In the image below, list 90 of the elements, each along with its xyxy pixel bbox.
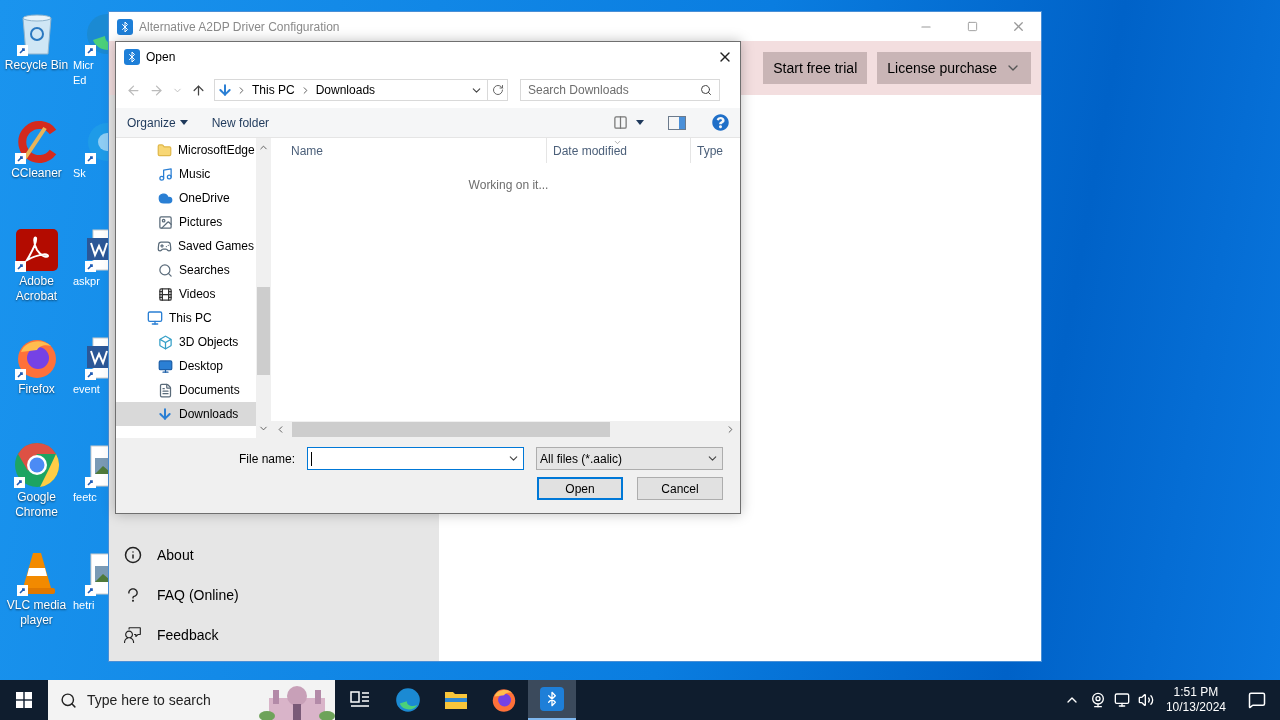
help-icon[interactable] xyxy=(712,114,729,131)
caret-icon xyxy=(179,120,188,125)
picture-icon xyxy=(157,214,173,230)
shortcut-arrow-icon xyxy=(14,261,26,272)
search-icon xyxy=(157,262,173,278)
trial-button[interactable]: Start free trial xyxy=(763,52,868,84)
tree-item[interactable]: MicrosoftEdge xyxy=(116,138,256,162)
shortcut-arrow-icon xyxy=(14,153,26,164)
film-icon xyxy=(157,286,173,302)
folder-icon xyxy=(157,142,172,158)
shortcut-arrow-icon xyxy=(85,585,96,596)
shortcut-arrow-icon xyxy=(85,261,96,272)
search-icon xyxy=(60,691,77,709)
scroll-thumb[interactable] xyxy=(257,287,270,375)
tree-item[interactable]: Music xyxy=(116,162,256,186)
volume-icon[interactable] xyxy=(1137,692,1154,708)
notifications-icon[interactable] xyxy=(1248,691,1266,709)
clock[interactable]: 1:51 PM 10/13/2024 xyxy=(1157,685,1234,715)
new-folder-button[interactable]: New folder xyxy=(211,113,270,132)
dropdown-button[interactable]: License purchase xyxy=(877,52,1031,84)
download-arrow-icon xyxy=(217,82,233,98)
scroll-thumb[interactable] xyxy=(292,422,610,437)
download-arrow-icon xyxy=(157,406,173,422)
column-header[interactable]: Date modified xyxy=(547,138,691,163)
shortcut-arrow-icon xyxy=(85,153,96,164)
search-field[interactable]: Search Downloads xyxy=(520,79,720,101)
cancel-button[interactable]: Cancel xyxy=(637,477,723,500)
network-icon[interactable] xyxy=(1113,692,1130,708)
shortcut-arrow-icon xyxy=(85,45,96,56)
file-type-select[interactable]: All files (*.aalic) xyxy=(536,447,723,470)
windows-logo-icon[interactable] xyxy=(16,692,32,708)
tree-item[interactable]: Documents xyxy=(116,378,256,402)
edge-icon xyxy=(395,687,421,713)
organize-menu[interactable]: Organize xyxy=(127,113,188,132)
shortcut-arrow-icon xyxy=(16,45,28,56)
acrobat-icon xyxy=(14,228,59,272)
shortcut-arrow-icon xyxy=(13,477,25,488)
breadcrumb-item[interactable]: Downloads xyxy=(313,81,378,99)
search-icon xyxy=(700,84,712,96)
monitor-icon xyxy=(147,310,163,326)
shortcut-arrow-icon xyxy=(14,369,26,380)
firefox-icon xyxy=(491,687,517,713)
window-title: Alternative A2DP Driver Configuration xyxy=(139,18,340,36)
tree-item[interactable]: Saved Games xyxy=(116,234,256,258)
column-header[interactable]: Type xyxy=(691,138,740,163)
document-icon xyxy=(157,382,173,398)
preview-pane-button[interactable] xyxy=(668,115,686,130)
monitor-icon xyxy=(157,358,173,374)
feedback-icon xyxy=(124,626,142,644)
gamepad-icon xyxy=(157,238,172,254)
bluetooth-app-icon xyxy=(117,18,133,35)
tree-item[interactable]: 3D Objects xyxy=(116,330,256,354)
sort-icon xyxy=(613,138,622,147)
column-header[interactable]: Name xyxy=(271,138,547,163)
tree-item[interactable]: Videos xyxy=(116,282,256,306)
shortcut-arrow-icon xyxy=(85,369,96,380)
dialog-title: Open xyxy=(146,49,176,66)
menu-item[interactable]: Feedback xyxy=(109,615,439,655)
file-name-field[interactable] xyxy=(307,447,524,470)
tree-item[interactable]: Desktop xyxy=(116,354,256,378)
bluetooth-icon xyxy=(540,687,564,711)
view-options-icon[interactable] xyxy=(613,115,628,130)
tree-item[interactable]: Downloads xyxy=(116,402,256,426)
open-button[interactable]: Open xyxy=(537,477,623,500)
tree-item[interactable]: This PC xyxy=(116,306,256,330)
tree-item[interactable]: OneDrive xyxy=(116,186,256,210)
chrome-icon xyxy=(13,442,60,488)
cloud-icon xyxy=(157,190,173,206)
music-note-icon xyxy=(157,166,173,182)
up-icon[interactable] xyxy=(191,82,206,98)
camera-icon[interactable] xyxy=(1089,692,1106,708)
taskbar-search-field[interactable]: Type here to search xyxy=(48,680,335,720)
cube-icon xyxy=(157,334,173,350)
caret-icon[interactable] xyxy=(636,120,644,125)
refresh-icon[interactable] xyxy=(491,84,504,96)
tree-item[interactable]: Pictures xyxy=(116,210,256,234)
address-bar[interactable]: This PC Downloads xyxy=(214,79,508,101)
folder-icon xyxy=(444,690,468,710)
tree-item[interactable]: Searches xyxy=(116,258,256,282)
task-view-icon xyxy=(350,691,370,709)
menu-item[interactable]: FAQ (Online) xyxy=(109,575,439,615)
breadcrumb-item[interactable]: This PC xyxy=(250,81,297,99)
info-icon xyxy=(124,546,142,564)
field-label: File name: xyxy=(238,450,295,468)
loading-text: Working on it... xyxy=(468,177,549,194)
taskbar-app[interactable] xyxy=(528,680,576,720)
menu-item[interactable]: About xyxy=(109,535,439,575)
shortcut-arrow-icon xyxy=(16,585,28,596)
bluetooth-app-icon xyxy=(124,49,140,65)
shortcut-arrow-icon xyxy=(85,477,96,488)
